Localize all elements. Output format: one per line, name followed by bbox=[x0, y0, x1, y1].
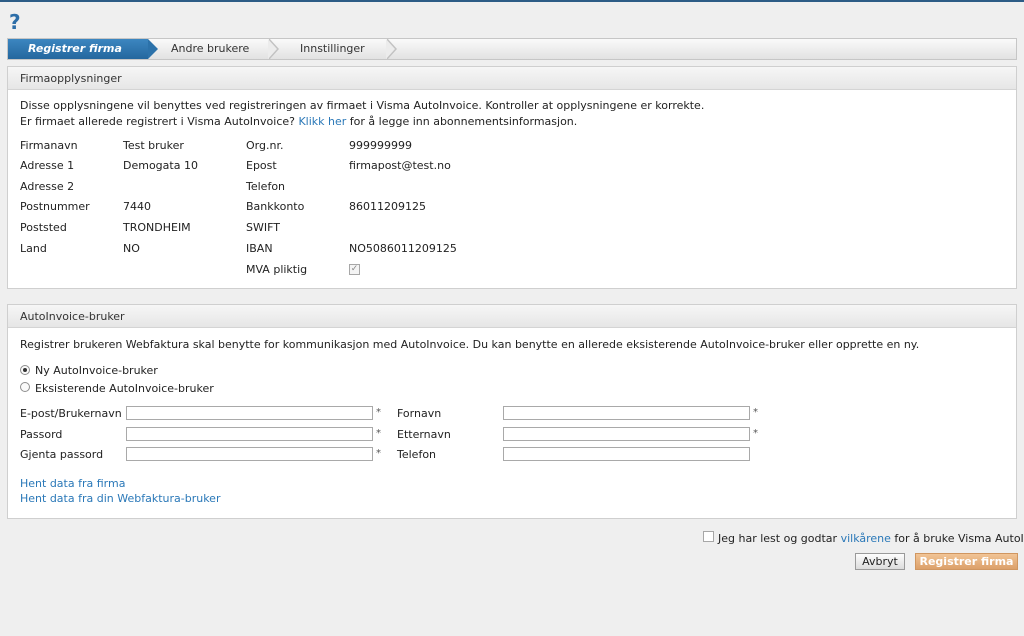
first-name-input[interactable] bbox=[503, 406, 750, 420]
label-vat-liable: MVA pliktig bbox=[246, 263, 308, 276]
label-iban: IBAN bbox=[246, 242, 273, 255]
label-address1: Adresse 1 bbox=[20, 159, 75, 172]
value-bank-account: 86011209125 bbox=[349, 200, 426, 213]
step-settings[interactable]: Innstillinger bbox=[300, 39, 365, 59]
label-last-name: Etternavn bbox=[397, 428, 451, 441]
email-username-input[interactable] bbox=[126, 406, 373, 420]
step-separator-icon bbox=[386, 39, 397, 59]
label-password: Passord bbox=[20, 428, 63, 441]
autoinvoice-user-panel: AutoInvoice-bruker Registrer brukeren We… bbox=[7, 304, 1017, 519]
value-postcode: 7440 bbox=[123, 200, 151, 213]
step-other-users[interactable]: Andre brukere bbox=[171, 39, 249, 59]
label-swift: SWIFT bbox=[246, 221, 280, 234]
label-country: Land bbox=[20, 242, 47, 255]
terms-link[interactable]: vilkårene bbox=[841, 532, 891, 545]
terms-prefix: Jeg har lest og godtar bbox=[718, 532, 838, 545]
company-intro-line2: Er firmaet allerede registrert i Visma A… bbox=[20, 115, 577, 128]
label-email-username: E-post/Brukernavn bbox=[20, 407, 122, 420]
label-phone: Telefon bbox=[246, 180, 286, 193]
label-repeat-password: Gjenta passord bbox=[20, 448, 104, 461]
required-marker: * bbox=[376, 407, 381, 418]
label-email: Epost bbox=[246, 159, 277, 172]
label-bank-account: Bankkonto bbox=[246, 200, 305, 213]
accept-terms-checkbox[interactable] bbox=[703, 531, 714, 542]
label-address2: Adresse 2 bbox=[20, 180, 75, 193]
last-name-input[interactable] bbox=[503, 427, 750, 441]
value-country: NO bbox=[123, 242, 140, 255]
value-iban: NO5086011209125 bbox=[349, 242, 457, 255]
register-company-button[interactable]: Registrer firma bbox=[915, 553, 1018, 570]
required-marker: * bbox=[376, 448, 381, 459]
cancel-button[interactable]: Avbryt bbox=[855, 553, 905, 570]
autoinvoice-user-intro: Registrer brukeren Webfaktura skal benyt… bbox=[20, 338, 920, 351]
required-marker: * bbox=[753, 407, 758, 418]
label-first-name: Fornavn bbox=[397, 407, 442, 420]
terms-text: Jeg har lest og godtar vilkårene for å b… bbox=[718, 532, 1024, 545]
fetch-webfaktura-user-link[interactable]: Hent data fra din Webfaktura-bruker bbox=[20, 492, 220, 505]
new-user-label[interactable]: Ny AutoInvoice-bruker bbox=[35, 364, 158, 377]
user-phone-input[interactable] bbox=[503, 447, 750, 461]
step-register-company[interactable]: Registrer firma bbox=[8, 39, 158, 59]
company-intro-suffix: for å legge inn abonnementsinformasjon. bbox=[349, 115, 578, 128]
value-org-number: 999999999 bbox=[349, 139, 412, 152]
password-input[interactable] bbox=[126, 427, 373, 441]
required-marker: * bbox=[376, 428, 381, 439]
new-user-radio[interactable] bbox=[20, 365, 30, 375]
label-postcode: Postnummer bbox=[20, 200, 90, 213]
step-separator-icon bbox=[268, 39, 279, 59]
repeat-password-input[interactable] bbox=[126, 447, 373, 461]
help-icon[interactable]: ? bbox=[9, 10, 21, 34]
value-company-name: Test bruker bbox=[123, 139, 184, 152]
terms-suffix: for å bruke Visma AutoInvoice. bbox=[894, 532, 1024, 545]
label-user-phone: Telefon bbox=[397, 448, 437, 461]
company-intro-prefix: Er firmaet allerede registrert i Visma A… bbox=[20, 115, 295, 128]
click-here-link[interactable]: Klikk her bbox=[298, 115, 346, 128]
label-org-number: Org.nr. bbox=[246, 139, 284, 152]
company-info-panel: Firmaopplysninger Disse opplysningene vi… bbox=[7, 66, 1017, 289]
autoinvoice-user-title: AutoInvoice-bruker bbox=[8, 305, 1016, 328]
value-address1: Demogata 10 bbox=[123, 159, 198, 172]
wizard-steps: Registrer firma Andre brukere Innstillin… bbox=[7, 38, 1017, 60]
existing-user-radio[interactable] bbox=[20, 382, 30, 392]
value-city: TRONDHEIM bbox=[123, 221, 191, 234]
label-company-name: Firmanavn bbox=[20, 139, 78, 152]
fetch-company-data-link[interactable]: Hent data fra firma bbox=[20, 477, 125, 490]
company-info-title: Firmaopplysninger bbox=[8, 67, 1016, 90]
value-email: firmapost@test.no bbox=[349, 159, 451, 172]
existing-user-label[interactable]: Eksisterende AutoInvoice-bruker bbox=[35, 382, 214, 395]
vat-liable-checkbox: ✓ bbox=[349, 264, 360, 275]
label-city: Poststed bbox=[20, 221, 67, 234]
company-intro-line1: Disse opplysningene vil benyttes ved reg… bbox=[20, 99, 705, 112]
required-marker: * bbox=[753, 428, 758, 439]
